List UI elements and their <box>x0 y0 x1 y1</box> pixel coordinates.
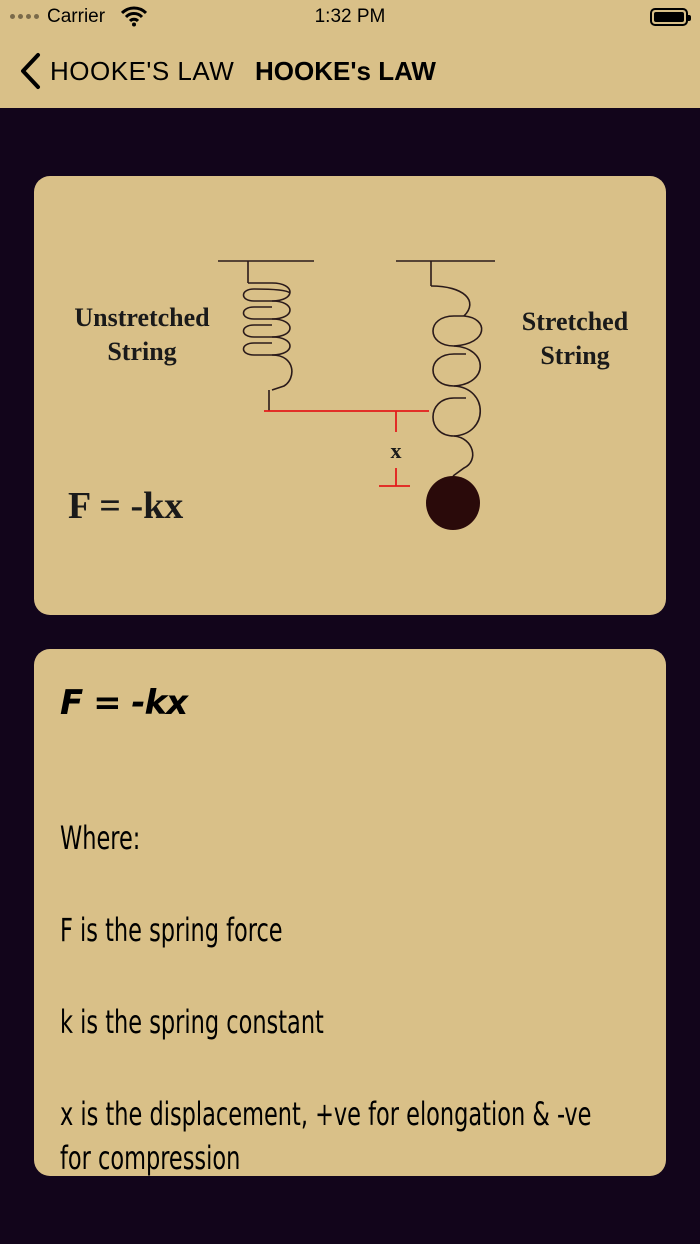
status-bar: Carrier 1:32 PM <box>0 0 700 34</box>
page-title: HOOKE's LAW <box>255 56 436 86</box>
displacement-label: x <box>391 438 402 463</box>
diagram-card: Unstretched String Stretched String x F … <box>34 176 666 615</box>
unstretched-spring <box>218 260 314 411</box>
displacement-description: x is the displacement, +ve for elongatio… <box>60 1095 592 1133</box>
mass-weight <box>426 476 480 530</box>
unstretched-label-line2: String <box>107 337 176 366</box>
battery-icon <box>650 8 691 26</box>
displacement-marker <box>264 410 429 487</box>
formula-heading: F = -kx <box>60 683 188 723</box>
force-description: F is the spring force <box>60 911 283 949</box>
stretched-label-line1: Stretched <box>522 307 629 336</box>
chevron-left-icon <box>21 53 40 89</box>
diagram-formula: F = -kx <box>68 485 183 527</box>
constant-description: k is the spring constant <box>60 1003 324 1041</box>
back-label: HOOKE'S LAW <box>50 55 235 86</box>
unstretched-label-line1: Unstretched <box>74 303 210 332</box>
navigation-bar: HOOKE'S LAW HOOKE's LAW <box>0 46 700 98</box>
back-button[interactable]: HOOKE'S LAW <box>18 52 234 90</box>
stretched-label-line2: String <box>540 341 609 370</box>
clock: 1:32 PM <box>314 6 386 27</box>
spring-diagram: Unstretched String Stretched String x F … <box>68 260 629 530</box>
stretched-spring <box>396 260 495 477</box>
top-bar: Carrier 1:32 PM HOOKE'S LAW HOOKE's LAW <box>0 0 700 108</box>
where-label: Where: <box>60 819 141 857</box>
displacement-description-cont: for compression <box>60 1139 241 1176</box>
explanation-card: F = -kx Where: F is the spring force k i… <box>34 649 666 1176</box>
